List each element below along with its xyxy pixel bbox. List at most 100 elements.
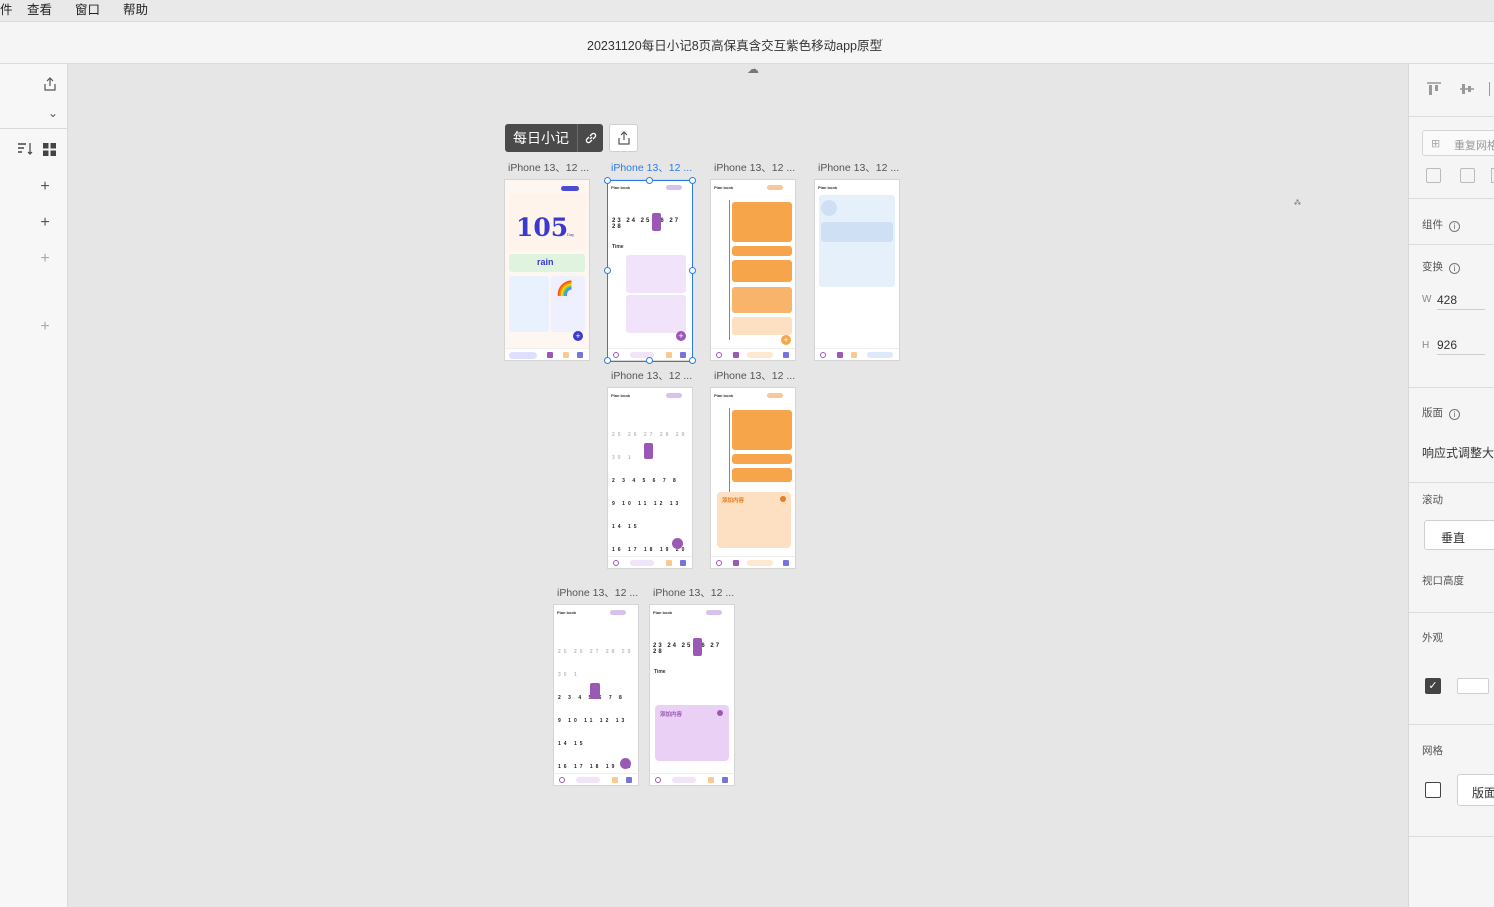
nav-icon	[547, 352, 553, 358]
artboard-add-content-purple[interactable]: Plan book 23 24 25 26 27 28 Time 添加内容	[650, 605, 734, 785]
artboard-label[interactable]: iPhone 13、12 ...	[818, 160, 899, 175]
repeat-grid-button[interactable]: ⊞ 重复网格	[1422, 130, 1494, 156]
back-icon	[672, 538, 683, 549]
weather-text: rain	[537, 257, 554, 267]
header-pill	[666, 393, 682, 398]
artboard-label[interactable]: iPhone 13、12 ...	[557, 585, 638, 600]
header-pill	[561, 186, 579, 191]
timeline-line	[729, 200, 730, 340]
artboard-label[interactable]: iPhone 13、12 ...	[714, 160, 795, 175]
width-input[interactable]: 428	[1437, 293, 1485, 310]
add-icon[interactable]: +	[34, 212, 56, 234]
component-label-text: 组件	[1422, 219, 1443, 231]
artboard-add-content-orange[interactable]: Plan book 添加内容	[711, 388, 795, 568]
resize-handle[interactable]	[689, 357, 696, 364]
grid-checkbox[interactable]	[1425, 782, 1441, 798]
artboard-calendar-2[interactable]: Plan book 25 26 27 28 29 30 1 2 3 4 5 6 …	[554, 605, 638, 785]
add-content-title: 添加内容	[660, 712, 683, 718]
align-middle-icon[interactable]	[1459, 82, 1475, 101]
artboard-home[interactable]: 105 Day rain 🌈 +	[505, 180, 589, 360]
bottom-nav	[554, 773, 638, 785]
artboard-calendar[interactable]: Plan book 25 26 27 28 29 30 1 2 3 4 5 6 …	[608, 388, 692, 568]
nav-icon	[837, 352, 843, 358]
link-icon[interactable]	[577, 124, 603, 152]
share-icon[interactable]	[39, 73, 61, 95]
document-title[interactable]: 20231120每日小记8页高保真含交互紫色移动app原型	[587, 35, 882, 54]
plan-book-title: Plan book	[611, 393, 631, 398]
align-top-icon[interactable]	[1426, 82, 1442, 101]
resize-handle[interactable]	[604, 267, 611, 274]
menu-help[interactable]: 帮助	[123, 1, 148, 19]
resize-handle[interactable]	[604, 177, 611, 184]
day-unit: Day	[567, 232, 575, 237]
boolean-icon[interactable]	[1426, 168, 1441, 183]
artboard-group-header[interactable]: 每日小记	[505, 124, 603, 152]
timeline-card	[732, 202, 792, 242]
nav-icon	[626, 777, 632, 783]
menu-view[interactable]: 查看	[27, 1, 52, 19]
menu-bar: 件 查看 窗口 帮助	[0, 0, 1494, 22]
component-label: 组件 i	[1422, 217, 1460, 232]
date-row: 23 24 25 26 27 28	[653, 643, 722, 655]
timeline-card	[732, 260, 792, 282]
artboard-profile[interactable]: Plan book	[815, 180, 899, 360]
artboard-timeline[interactable]: Plan book +	[711, 180, 795, 360]
bottom-nav	[815, 348, 899, 360]
timeline-card	[732, 287, 792, 313]
nav-pill	[747, 352, 773, 358]
grid-icon: ⊞	[1431, 138, 1441, 150]
chevron-down-icon[interactable]: ⌄	[42, 102, 64, 124]
nav-icon	[716, 352, 722, 358]
grid-view-icon[interactable]	[38, 138, 60, 160]
resize-handle[interactable]	[646, 357, 653, 364]
add-icon[interactable]: +	[34, 316, 56, 338]
info-icon[interactable]: i	[1449, 409, 1460, 420]
add-icon[interactable]: +	[34, 248, 56, 270]
height-input[interactable]: 926	[1437, 338, 1485, 355]
menu-file[interactable]: 件	[0, 1, 13, 19]
sort-icon[interactable]	[14, 138, 36, 160]
scroll-label: 滚动	[1422, 494, 1443, 506]
info-card	[821, 222, 893, 242]
divider	[1409, 116, 1494, 117]
group-name[interactable]: 每日小记	[505, 128, 577, 148]
plan-book-title: Plan book	[557, 610, 577, 615]
resize-handle[interactable]	[646, 177, 653, 184]
viewport-height-label: 视口高度	[1422, 575, 1464, 587]
resize-handle[interactable]	[604, 357, 611, 364]
fill-checkbox[interactable]: ✓	[1425, 678, 1441, 694]
timeline-card	[732, 246, 792, 256]
timeline-card	[732, 468, 792, 482]
add-icon[interactable]: +	[34, 176, 56, 198]
artboard-label[interactable]: iPhone 13、12 ...	[653, 585, 734, 600]
repeat-grid-label: 重复网格	[1454, 140, 1494, 152]
grid-type-value: 版面	[1472, 786, 1494, 800]
share-icon[interactable]	[609, 124, 638, 152]
scroll-select[interactable]: 垂直	[1424, 520, 1494, 550]
appearance-label: 外观	[1422, 632, 1443, 644]
bottom-nav	[711, 556, 795, 568]
artboard-label[interactable]: iPhone 13、12 ...	[611, 368, 692, 383]
grid-type-select[interactable]: 版面	[1457, 774, 1494, 806]
info-icon[interactable]: i	[1449, 263, 1460, 274]
day-count: 105	[516, 213, 569, 242]
nav-pill	[672, 777, 696, 783]
responsive-resize-option[interactable]: 响应式调整大	[1422, 444, 1494, 461]
artboard-label[interactable]: iPhone 13、12 ...	[508, 160, 589, 175]
nav-icon	[820, 352, 826, 358]
rainbow-icon: 🌈	[556, 280, 574, 296]
add-content-title: 添加内容	[722, 498, 745, 504]
artboard-label[interactable]: iPhone 13、12 ...	[611, 160, 692, 175]
resize-handle[interactable]	[689, 267, 696, 274]
align-bottom-icon[interactable]	[1489, 82, 1494, 96]
resize-handle[interactable]	[689, 177, 696, 184]
fill-color-swatch[interactable]	[1457, 678, 1489, 694]
nav-icon	[722, 777, 728, 783]
divider	[1409, 387, 1494, 388]
divider	[0, 128, 68, 129]
menu-window[interactable]: 窗口	[75, 1, 100, 19]
chevron-down-icon[interactable]: ⌵	[875, 34, 883, 47]
artboard-label[interactable]: iPhone 13、12 ...	[714, 368, 795, 383]
info-icon[interactable]: i	[1449, 221, 1460, 232]
boolean-icon[interactable]	[1460, 168, 1475, 183]
